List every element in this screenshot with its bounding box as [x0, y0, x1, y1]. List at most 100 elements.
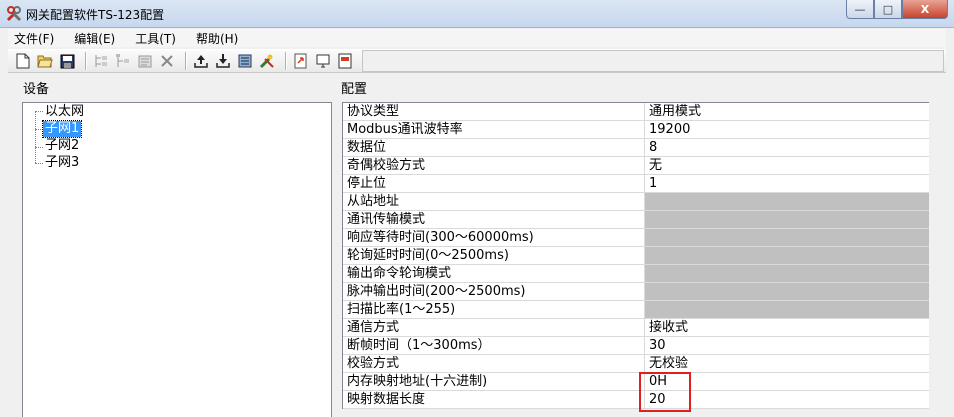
toolbar-empty-area: [362, 50, 944, 72]
toolbar: [8, 49, 946, 73]
config-property-grid: 协议类型 通用模式 Modbus通讯波特率 19200 数据位 8 奇偶校验方式无停止位 1 从…: [342, 102, 929, 409]
config-row-value: [645, 211, 929, 228]
maximize-button[interactable]: □: [874, 0, 902, 19]
config-row[interactable]: 协议类型 通用模式: [343, 103, 929, 121]
window-title: 网关配置软件TS-123配置: [26, 8, 165, 22]
monitor-button[interactable]: [314, 52, 332, 70]
open-folder-icon: [37, 55, 53, 68]
config-row[interactable]: 内存映射地址(十六进制) 0H: [343, 373, 929, 391]
config-row-name: 通讯传输模式: [343, 211, 645, 228]
save-button[interactable]: [58, 52, 76, 70]
config-row-value[interactable]: 接收式: [645, 319, 929, 336]
config-row[interactable]: 脉冲输出时间(200～2500ms): [343, 283, 929, 301]
config-row[interactable]: 映射数据长度 20: [343, 391, 929, 409]
tree-add-icon: [95, 55, 107, 67]
toolbar-separator: [85, 52, 87, 70]
config-row-value: [645, 283, 929, 300]
open-button[interactable]: [36, 52, 54, 70]
close-icon: X: [920, 2, 930, 16]
menu-tools[interactable]: 工具(T): [129, 30, 182, 47]
app-window: 网关配置软件TS-123配置 — □ X 文件(F) 编辑(E) 工具(T) 帮…: [0, 0, 954, 417]
doc-button[interactable]: [336, 52, 354, 70]
toolbar-separator: [185, 52, 187, 70]
doc-icon: [338, 53, 352, 69]
config-row-value[interactable]: 无: [645, 157, 929, 174]
menu-edit[interactable]: 编辑(E): [68, 30, 121, 47]
config-row[interactable]: 校验方式 无校验: [343, 355, 929, 373]
upload-button[interactable]: [192, 52, 210, 70]
config-row[interactable]: 停止位 1: [343, 175, 929, 193]
config-row-name: 校验方式: [343, 355, 645, 372]
config-row[interactable]: 断帧时间（1～300ms） 30: [343, 337, 929, 355]
config-row[interactable]: 输出命令轮询模式: [343, 265, 929, 283]
config-button[interactable]: [236, 52, 254, 70]
config-row[interactable]: 轮询延时时间(0～2500ms): [343, 247, 929, 265]
tools-button[interactable]: [258, 52, 276, 70]
tree-item-subnet3[interactable]: 子网3: [43, 155, 81, 171]
tree-connector: [35, 129, 43, 130]
config-row-value: [645, 265, 929, 282]
tree-connector: [35, 147, 43, 148]
config-row-value: [645, 229, 929, 246]
config-row-value[interactable]: 19200: [645, 121, 929, 138]
config-row-name: 从站地址: [343, 193, 645, 210]
config-row-name: 响应等待时间(300～60000ms): [343, 229, 645, 246]
config-row-name: 脉冲输出时间(200～2500ms): [343, 283, 645, 300]
title-bar[interactable]: 网关配置软件TS-123配置 — □ X: [0, 0, 954, 28]
tree-item-subnet2[interactable]: 子网2: [43, 138, 81, 154]
config-row-value[interactable]: 无校验: [645, 355, 929, 372]
minimize-icon: —: [854, 2, 866, 16]
config-icon: [238, 54, 252, 68]
config-row-name: 奇偶校验方式: [343, 157, 645, 174]
config-row-name: 输出命令轮询模式: [343, 265, 645, 282]
config-row[interactable]: 奇偶校验方式无: [343, 157, 929, 175]
tools-icon: [259, 54, 274, 69]
config-row-value[interactable]: 8: [645, 139, 929, 156]
annotation-highlight-box: [639, 372, 691, 412]
delete-button[interactable]: [158, 52, 176, 70]
monitor-icon: [316, 54, 330, 68]
minimize-button[interactable]: —: [846, 0, 874, 19]
config-row[interactable]: 响应等待时间(300～60000ms): [343, 229, 929, 247]
config-row-value: [645, 247, 929, 264]
tree-connector: [35, 111, 36, 163]
config-row-name: 停止位: [343, 175, 645, 192]
tree-item-ethernet[interactable]: 以太网: [43, 104, 86, 120]
maximize-icon: □: [882, 2, 894, 16]
config-row-value[interactable]: 30: [645, 337, 929, 354]
tree-remove-button[interactable]: [114, 52, 132, 70]
tree-remove-icon: [116, 54, 129, 67]
properties-button[interactable]: [136, 52, 154, 70]
config-row-name: 断帧时间（1～300ms）: [343, 337, 645, 354]
tree-add-button[interactable]: [92, 52, 110, 70]
config-row[interactable]: 通信方式 接收式: [343, 319, 929, 337]
menu-bar: 文件(F) 编辑(E) 工具(T) 帮助(H): [8, 29, 946, 47]
config-row-name: 内存映射地址(十六进制): [343, 373, 645, 390]
config-row-name: 扫描比率(1～255): [343, 301, 645, 318]
config-row-name: 通信方式: [343, 319, 645, 336]
tree-item-subnet1[interactable]: 子网1: [41, 120, 83, 138]
config-row[interactable]: 从站地址: [343, 193, 929, 211]
config-row[interactable]: 扫描比率(1～255): [343, 301, 929, 319]
download-icon: [216, 54, 230, 68]
config-row-value: [645, 193, 929, 210]
config-row-value: [645, 301, 929, 318]
config-panel-title: 配置: [341, 82, 368, 97]
config-row[interactable]: 数据位 8: [343, 139, 929, 157]
download-button[interactable]: [214, 52, 232, 70]
config-row-value[interactable]: 通用模式: [645, 103, 929, 120]
menu-help[interactable]: 帮助(H): [190, 30, 244, 47]
close-button[interactable]: X: [902, 0, 948, 19]
upload-icon: [194, 55, 208, 68]
device-panel-title: 设备: [23, 82, 50, 97]
config-row[interactable]: Modbus通讯波特率 19200: [343, 121, 929, 139]
config-row-value[interactable]: 1: [645, 175, 929, 192]
config-row-name: 数据位: [343, 139, 645, 156]
new-file-icon: [16, 53, 30, 69]
menu-file[interactable]: 文件(F): [8, 30, 60, 47]
device-tree[interactable]: 以太网 子网1 子网2 子网3: [22, 102, 332, 417]
tree-connector: [35, 163, 43, 164]
config-row[interactable]: 通讯传输模式: [343, 211, 929, 229]
export-button[interactable]: [292, 52, 310, 70]
new-file-button[interactable]: [14, 52, 32, 70]
